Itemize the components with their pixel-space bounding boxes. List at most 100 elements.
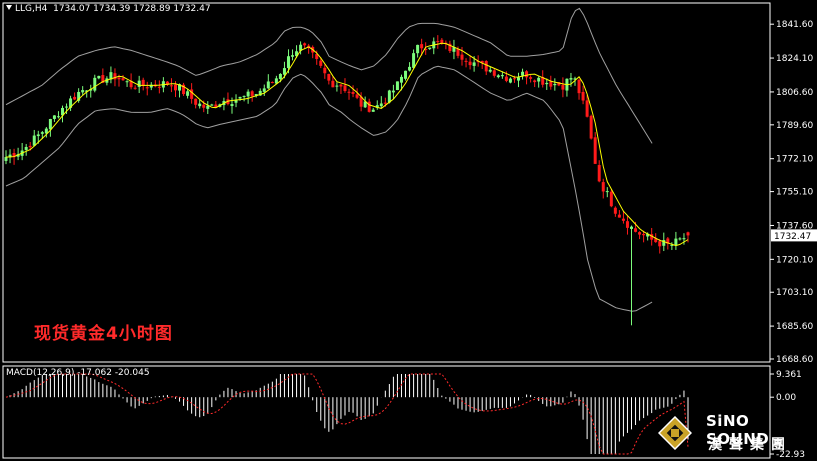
candle [307,43,311,54]
candle [408,62,412,72]
sinosound-logo: SiNO SOUND 漢聲集團 [650,404,815,460]
ohlc-readout: 1734.07 1734.39 1728.89 1732.47 [53,4,211,14]
candle [597,160,601,183]
candle [395,81,399,91]
candle [525,70,529,85]
price-tick-label: 1789.60 [776,121,813,131]
candle [109,66,113,84]
candle [250,90,254,102]
price-tick-label: 1755.10 [776,188,813,198]
candlestick-series [4,35,690,326]
candle [145,81,149,96]
candle [609,189,613,208]
candle [32,129,36,147]
candle [561,77,565,98]
logo-text-cn: 漢聲集團 [708,437,792,453]
candle [581,85,585,105]
candle [416,44,420,58]
candle [214,101,218,108]
macd-label: MACD(12,26,9) -17.062 -20.045 [6,368,150,378]
candle [638,231,642,240]
price-tick-label: 1841.60 [776,20,813,30]
candle [529,75,533,83]
candle [452,39,456,60]
macd-signal-line [5,373,689,455]
price-tick-label: 1772.10 [776,155,813,165]
candle [24,143,28,156]
candle [541,70,545,88]
candle [291,49,295,61]
candle [89,84,93,98]
candle [266,74,270,89]
candle [488,66,492,73]
candle [52,115,56,122]
candle [492,68,496,78]
candle [210,103,214,106]
candle [496,74,500,79]
candle [93,74,97,93]
candle [593,132,597,164]
candle [335,82,339,92]
candle [270,81,274,84]
candle [533,79,537,88]
candle [674,231,678,250]
candle [508,77,512,84]
chart-frame [2,2,771,459]
candle [678,237,682,241]
candle [464,58,468,68]
candle [549,75,553,90]
candle [601,178,605,199]
candle [371,107,375,112]
candle [8,149,12,164]
candle [343,78,347,93]
symbol-label: LLG,H4 [15,4,48,14]
price-tick-label: 1720.10 [776,255,813,265]
candle [339,83,343,94]
price-tick-label: 1703.10 [776,288,813,298]
candle [658,239,662,254]
candle [165,80,169,86]
candle [238,96,242,101]
candle [246,89,250,104]
candle [157,80,161,94]
candle [327,73,331,85]
price-axis: 1841.60 1824.10 1806.60 1789.60 1772.10 1755.… [770,20,817,365]
candle [169,78,173,93]
candle [226,92,230,106]
candle [484,60,488,76]
chart-caption: 现货黄金4小时图 [34,324,173,344]
chart-header: LLG,H4 1734.07 1734.39 1728.89 1732.47 [6,4,211,14]
candle [621,211,625,224]
candle [323,64,327,79]
candle [436,35,440,49]
candle [428,47,432,50]
candle [448,40,452,53]
candle [404,70,408,81]
price-panel-border [2,2,771,363]
dropdown-triangle-icon [6,5,12,10]
candle [149,82,153,91]
candle [194,98,198,109]
macd-tick-label: 9.361 [776,370,802,380]
candle [81,86,85,95]
candle [444,40,448,50]
candle [412,49,416,69]
candle [351,85,355,98]
candle [20,143,24,161]
candle [262,84,266,96]
ma-polyline [6,42,689,247]
candle [391,84,395,100]
candle [468,55,472,70]
candle [125,80,129,87]
price-tick-label: 1806.60 [776,88,813,98]
candle [73,92,77,101]
candle [48,118,52,137]
diamond-logo-icon [658,416,692,450]
candle [537,76,541,88]
candle [234,94,238,108]
candle [141,77,145,91]
candle [153,80,157,88]
candle [589,114,593,140]
candle [375,100,379,110]
candle [242,95,246,102]
